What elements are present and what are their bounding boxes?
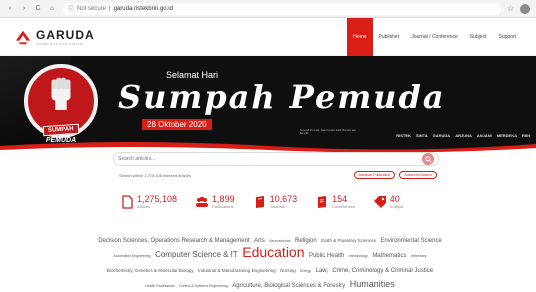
subject-link[interactable]: Agriculture, Biological Sciences & Fores… [232,283,345,289]
stat-value: 1,899 [212,194,235,204]
tag-icon [373,195,387,209]
search-bar [113,152,439,166]
menu-publisher[interactable]: Publisher [373,18,406,56]
stat-value: 154 [332,194,355,204]
garuda-bird-icon [14,28,32,46]
url-text[interactable]: garuda.ristekbrin.go.id [114,6,173,12]
forward-button[interactable]: › [20,5,28,12]
subject-link[interactable]: Law, [316,268,328,274]
stats-row: 1,275,108Articles 1,899Publications 10,6… [120,194,403,209]
subject-link[interactable]: Humanities [350,279,395,289]
document-icon [120,195,134,209]
people-icon [195,195,209,209]
subject-link[interactable]: Automotive Engineering [113,254,150,258]
subject-link[interactable]: Environmental Science [380,238,441,244]
stat-value: 10,673 [270,194,298,204]
search-input[interactable] [118,156,422,162]
subject-link[interactable]: Earth & Planetary Sciences [321,238,376,243]
logo-subtitle: GARBA RUJUKAN DIGITAL [36,42,95,46]
banner-fine-print: Sumpah Pemuda, Satu Pusaka Sakti. Bersat… [300,129,364,135]
hero-banner[interactable]: SUMPAH PEMUDA Selamat Hari Sumpah Pemuda… [0,56,536,154]
book-icon [315,195,329,209]
stat-label: Conferences [332,204,355,209]
subject-link[interactable]: Computer Science & IT [155,250,238,259]
stat-label: Publications [212,204,235,209]
subject-link[interactable]: Veterinary [411,254,427,258]
bookmark-star-icon[interactable]: ☆ [507,4,514,13]
stat-value: 40 [390,194,403,204]
browser-toolbar: ‹ › C ⌂ ⓘ Not secure | garuda.ristekbrin… [0,0,536,18]
stat-journals[interactable]: 10,673Journals [253,194,298,209]
stat-subject[interactable]: 40Subject [373,194,403,209]
banner-headline: Sumpah Pemuda [118,78,446,116]
banner-date: 28 Oktober 2020 [142,119,212,130]
stat-label: Journals [270,204,298,209]
search-meta: Search within 1,275,108 indexed articles… [119,171,437,179]
stat-articles[interactable]: 1,275,108Articles [120,194,177,209]
advanced-search-button[interactable]: Advanced Search [399,171,437,179]
stat-value: 1,275,108 [137,194,177,204]
subject-link[interactable]: Decision Sciences, Operations Research &… [98,238,249,244]
main-menu: Home Publisher Journal / Conference Subj… [347,18,522,56]
home-button[interactable]: ⌂ [48,5,56,12]
stat-publications[interactable]: 1,899Publications [195,194,235,209]
subject-cloud: Decision Sciences, Operations Research &… [60,232,480,292]
subject-link[interactable]: Neuroscience [269,239,290,243]
subject-link[interactable]: Industrial & Manufacturing Engineering [198,268,276,273]
subject-link[interactable]: Nursing [280,268,296,273]
menu-journal-conference[interactable]: Journal / Conference [405,18,463,56]
subject-link[interactable]: Control & Systems Engineering [179,284,228,288]
garuda-logo[interactable]: GARUDA GARBA RUJUKAN DIGITAL [14,28,95,46]
menu-subject[interactable]: Subject [464,18,493,56]
stat-conferences[interactable]: 154Conferences [315,194,355,209]
stamp-line-1: SUMPAH [43,124,79,136]
subject-link[interactable]: Immunology [349,254,368,258]
stat-label: Subject [390,204,403,209]
site-header: GARUDA GARBA RUJUKAN DIGITAL Home Publis… [0,18,536,56]
security-label: Not secure [77,6,106,12]
info-icon[interactable]: ⓘ [68,4,74,13]
stat-label: Articles [137,204,177,209]
search-icon [425,156,432,163]
logo-title: GARUDA [36,28,95,42]
journal-icon [253,195,267,209]
subject-link[interactable]: Biochemistry, Genetics & Molecular Biolo… [107,268,194,273]
address-bar[interactable]: ⓘ Not secure | garuda.ristekbrin.go.id [62,3,501,15]
profile-avatar[interactable] [520,4,530,14]
reload-button[interactable]: C [34,5,42,12]
search-summary: Search within 1,275,108 indexed articles [119,173,191,178]
subject-link[interactable]: Energy [300,269,311,273]
subject-link[interactable]: Mathematics [372,253,406,259]
menu-home[interactable]: Home [347,18,372,56]
menu-support[interactable]: Support [492,18,522,56]
advance-publication-button[interactable]: Advance Publication [354,171,396,179]
subject-link[interactable]: Health Professions [145,284,174,288]
subject-link[interactable]: Education [242,244,304,260]
raised-fist-icon [42,72,80,110]
back-button[interactable]: ‹ [6,5,14,12]
search-button[interactable] [422,153,434,165]
